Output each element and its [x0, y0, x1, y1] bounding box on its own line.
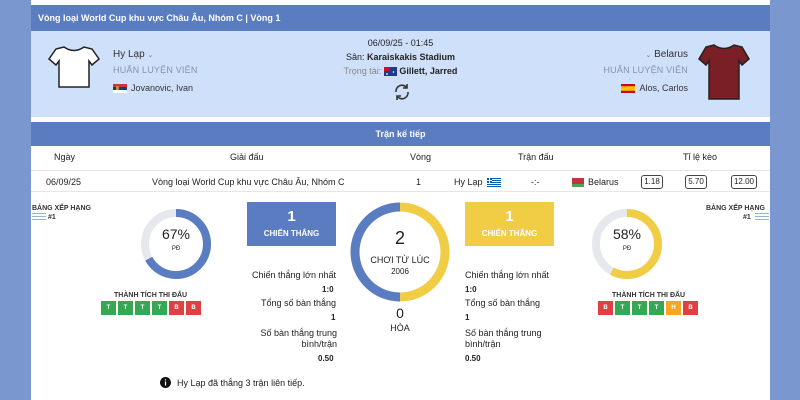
away-rank-label: BẢNG XẾP HẠNG [706, 205, 765, 212]
home-total-goals: 1 [331, 313, 336, 322]
home-wins: 1 [287, 208, 296, 225]
col-round: Vòng [410, 152, 432, 162]
away-rank: #1 [743, 214, 751, 221]
col-league: Giải đấu [230, 152, 264, 162]
home-form-badge: T [118, 301, 133, 315]
home-wins-label: CHIẾN THẮNG [263, 229, 320, 238]
away-total-goals-label: Tổng số bàn thắng [465, 298, 541, 308]
home-form-badge: T [101, 301, 116, 315]
h2h-since-label: CHƠI TỪ LÚC [370, 255, 430, 265]
away-form-badge: B [598, 301, 613, 315]
row-away: Belarus [570, 177, 619, 187]
row-home: Hy Lạp [454, 177, 501, 187]
home-rank-icon [32, 213, 46, 222]
home-form-badge: T [135, 301, 150, 315]
away-wins-label: CHIẾN THẮNG [481, 229, 538, 238]
away-wins-box: 1 CHIẾN THẮNG [465, 202, 554, 246]
streak-note: Hy Lạp đã thắng 3 trận liên tiếp. [160, 377, 305, 388]
away-pd-ring [592, 209, 662, 279]
home-total-goals-label: Tổng số bàn thắng [261, 298, 337, 308]
home-form-badge: B [169, 301, 184, 315]
h2h-since-year: 2006 [391, 267, 409, 276]
draws-count: 0 [396, 305, 404, 321]
away-wins: 1 [505, 208, 514, 225]
home-rank-label: BẢNG XẾP HẠNG [32, 205, 91, 212]
home-avg-goals-label: Số bàn thắng trung bình/trận [260, 328, 337, 349]
home-biggest-win: 1:0 [322, 285, 334, 294]
home-pd-ring [141, 209, 211, 279]
away-form-badge: T [632, 301, 647, 315]
spain-flag-icon [621, 83, 636, 93]
away-form-badges: BTTTHB [598, 301, 698, 315]
row-league: Vòng loại World Cup khu vực Châu Âu, Nhó… [152, 177, 345, 187]
home-coach: Jovanovic, Ivan [113, 83, 193, 93]
away-pd-value: 58% [612, 226, 642, 242]
match-datetime: 06/09/25 - 01:45 [367, 38, 434, 48]
refresh-icon[interactable] [393, 83, 411, 101]
home-wins-box: 1 CHIẾN THẮNG [247, 202, 336, 246]
away-form-badge: B [683, 301, 698, 315]
away-avg-goals: 0.50 [465, 354, 481, 363]
away-biggest-win: 1:0 [465, 285, 477, 294]
competition-title: Vòng loại World Cup khu vực Châu Âu, Nhó… [31, 5, 770, 31]
row-round: 1 [416, 177, 422, 187]
h2h-total: 2 [394, 228, 405, 248]
away-coach: Alos, Carlos [621, 83, 688, 93]
away-form-badge: T [615, 301, 630, 315]
away-form-badge: H [666, 301, 681, 315]
next-match-header: Trận kế tiếp [31, 122, 770, 146]
home-form-badge: B [186, 301, 201, 315]
away-form-label: THÀNH TÍCH THI ĐẤU [612, 292, 686, 299]
belarus-flag-icon [570, 177, 584, 187]
home-form-badges: TTTTBB [101, 301, 201, 315]
row-score: -:- [531, 177, 540, 187]
info-icon [160, 377, 171, 388]
australia-flag-icon [383, 67, 397, 77]
greece-flag-icon [486, 177, 501, 187]
home-avg-goals: 0.50 [318, 354, 334, 363]
col-odds: Tỉ lệ kèo [683, 152, 718, 162]
home-pd-label: PĐ [171, 246, 181, 252]
away-form-badge: T [649, 301, 664, 315]
away-pd-label: PĐ [622, 246, 632, 252]
home-rank: #1 [48, 214, 56, 221]
col-match: Trận đấu [518, 152, 554, 162]
odds-away[interactable]: 12.00 [731, 175, 757, 189]
away-biggest-win-label: Chiến thắng lớn nhất [465, 270, 549, 280]
col-date: Ngày [54, 152, 76, 162]
away-rank-icon [755, 213, 769, 222]
serbia-flag-icon [113, 83, 127, 93]
match-card: Hy Lạp ⌄ HUẤN LUYỆN VIÊN Jovanovic, Ivan… [31, 31, 770, 117]
away-coach-label: HUẤN LUYỆN VIÊN [603, 65, 688, 75]
draws-label: HÒA [390, 323, 410, 333]
odds-draw[interactable]: 5.70 [685, 175, 707, 189]
row-date: 06/09/25 [46, 177, 82, 187]
h2h-ring [350, 202, 450, 302]
odds-home[interactable]: 1.18 [641, 175, 663, 189]
away-avg-goals-label: Số bàn thắng trung bình/trận [465, 328, 542, 349]
home-form-label: THÀNH TÍCH THI ĐẤU [114, 292, 188, 299]
home-pd-value: 67% [161, 226, 191, 242]
away-total-goals: 1 [465, 313, 470, 322]
home-form-badge: T [152, 301, 167, 315]
away-team-name[interactable]: ⌄ Belarus [645, 49, 688, 60]
away-shirt-icon [698, 44, 750, 100]
chevron-down-icon: ⌄ [645, 52, 652, 59]
home-biggest-win-label: Chiến thắng lớn nhất [252, 270, 336, 280]
